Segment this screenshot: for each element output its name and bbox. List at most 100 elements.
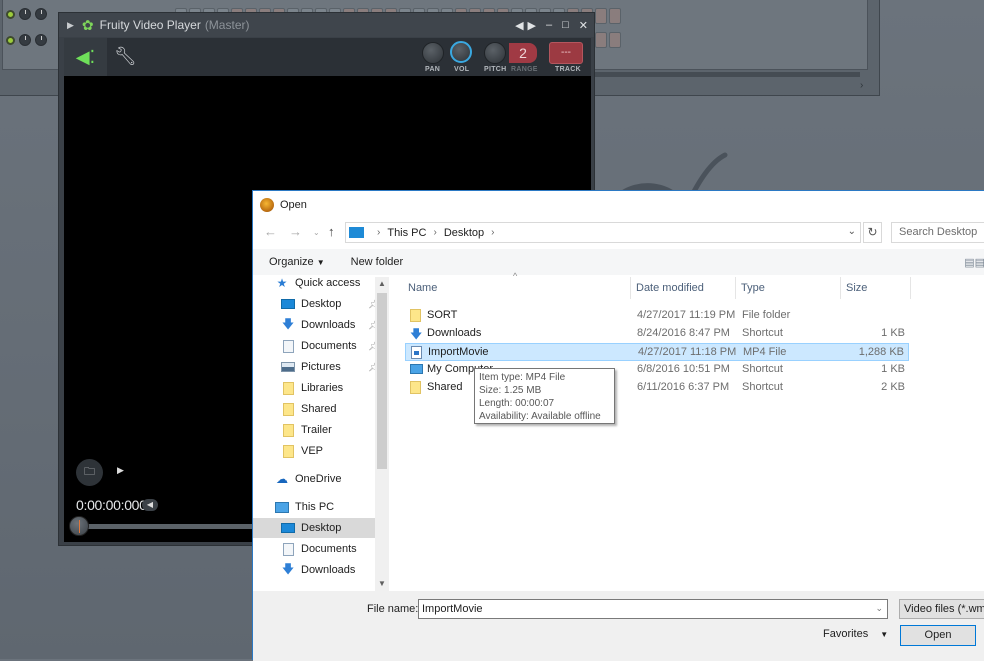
- nav-this-pc[interactable]: This PC: [275, 497, 334, 517]
- folder-icon: [282, 444, 294, 458]
- next-preset-icon[interactable]: ▶: [528, 19, 536, 32]
- recent-locations-icon[interactable]: ⌄: [313, 228, 320, 237]
- breadcrumb-separator-icon[interactable]: ›: [433, 227, 436, 238]
- channel-vol-knob[interactable]: [35, 8, 47, 20]
- column-header-name[interactable]: Name: [403, 277, 631, 299]
- document-icon: [282, 339, 294, 353]
- column-header-size[interactable]: Size: [841, 277, 911, 299]
- collapse-arrow-icon[interactable]: ▶: [67, 20, 74, 31]
- minimize-icon[interactable]: –: [546, 19, 552, 31]
- column-header-date[interactable]: Date modified: [631, 277, 736, 299]
- organize-menu[interactable]: Organize ▼: [269, 256, 325, 268]
- channel-row-1: [6, 8, 47, 20]
- dialog-titlebar[interactable]: Open: [253, 191, 984, 218]
- open-file-button[interactable]: 🗀︎: [76, 459, 103, 486]
- scrollbar-thumb[interactable]: [377, 293, 387, 469]
- nav-trailer[interactable]: Trailer: [281, 420, 332, 440]
- breadcrumb-separator-icon[interactable]: ›: [491, 227, 494, 238]
- nav-label: OneDrive: [295, 473, 342, 485]
- play-icon[interactable]: ▶: [117, 465, 124, 476]
- address-bar[interactable]: › This PC › Desktop › ⌄: [345, 222, 861, 243]
- forward-arrow-icon[interactable]: →: [289, 224, 302, 239]
- nav-this-pc-desktop[interactable]: Desktop: [253, 518, 375, 538]
- rack-scroll-right-icon[interactable]: ›: [860, 80, 863, 91]
- cloud-icon: ☁: [276, 472, 288, 486]
- settings-button[interactable]: 🔧︎: [114, 46, 137, 67]
- nav-this-pc-downloads[interactable]: 🡇 Downloads: [281, 560, 356, 580]
- seek-handle[interactable]: [69, 516, 89, 536]
- favorites-menu[interactable]: Favorites ▼: [823, 628, 888, 640]
- breadcrumb-desktop[interactable]: Desktop: [444, 227, 484, 239]
- nav-label: This PC: [295, 501, 335, 513]
- file-type: Shortcut: [742, 381, 783, 393]
- new-folder-button[interactable]: New folder: [351, 256, 404, 268]
- channel-led[interactable]: [6, 35, 15, 45]
- step-button[interactable]: [609, 8, 621, 24]
- nav-vep[interactable]: VEP: [281, 441, 323, 461]
- step-button[interactable]: [595, 8, 607, 24]
- nav-libraries[interactable]: Libraries: [281, 378, 343, 398]
- file-row-selected[interactable]: ImportMovie 4/27/2017 11:18 PM MP4 File …: [405, 343, 909, 361]
- chevron-down-icon[interactable]: ⌄: [875, 603, 883, 614]
- shortcut-folder-icon: [410, 381, 421, 394]
- pitch-range-selector[interactable]: 2: [509, 43, 537, 63]
- scroll-down-icon[interactable]: ▼: [378, 579, 386, 588]
- channel-led[interactable]: [6, 9, 15, 19]
- nav-label: Documents: [301, 340, 357, 352]
- file-type: MP4 File: [743, 346, 787, 358]
- file-date: 4/27/2017 11:18 PM: [638, 346, 737, 358]
- nav-this-pc-documents[interactable]: Documents: [281, 539, 357, 559]
- column-header-type[interactable]: Type: [736, 277, 841, 299]
- back-arrow-icon[interactable]: ←: [264, 224, 277, 239]
- channel-pan-knob[interactable]: [19, 8, 31, 20]
- fvp-titlebar[interactable]: ▶ ✿ Fruity Video Player (Master) ◀ ▶ – □…: [59, 13, 594, 37]
- refresh-button[interactable]: ↻: [863, 222, 882, 243]
- file-type: Shortcut: [742, 363, 783, 375]
- file-type-filter[interactable]: Video files (*.wmv: [899, 599, 984, 619]
- channel-vol-knob[interactable]: [35, 34, 47, 46]
- gear-icon[interactable]: ✿: [82, 17, 94, 34]
- scroll-up-icon[interactable]: ▲: [378, 279, 386, 288]
- file-name-input[interactable]: ImportMovie ⌄: [418, 599, 888, 619]
- plugin-button[interactable]: ◀⁚: [64, 38, 107, 76]
- nav-desktop[interactable]: Desktop 📌︎: [281, 294, 379, 314]
- volume-knob[interactable]: [450, 41, 472, 63]
- pitch-knob[interactable]: [484, 42, 506, 64]
- file-size: 1,288 KB: [858, 346, 904, 358]
- maximize-icon[interactable]: □: [562, 19, 569, 31]
- close-icon[interactable]: ✕: [579, 19, 588, 32]
- file-date: 4/27/2017 11:19 PM: [637, 309, 736, 321]
- address-dropdown-icon[interactable]: ⌄: [848, 226, 856, 237]
- file-size: 2 KB: [881, 381, 905, 393]
- nav-downloads[interactable]: 🡇 Downloads 📌︎: [281, 315, 380, 335]
- nav-shared[interactable]: Shared: [281, 399, 336, 419]
- nav-quick-access[interactable]: ★ Quick access: [275, 273, 361, 293]
- command-bar: Organize ▼ New folder ▤▤: [253, 249, 984, 275]
- organize-label: Organize: [269, 256, 314, 268]
- rack-scrollbar[interactable]: [590, 72, 860, 77]
- file-size: 1 KB: [881, 327, 905, 339]
- file-row[interactable]: SORT 4/27/2017 11:19 PM File folder: [405, 307, 909, 325]
- step-button[interactable]: [609, 32, 621, 48]
- file-row[interactable]: 🡇 Downloads 8/24/2016 8:47 PM Shortcut 1…: [405, 325, 909, 343]
- pan-knob[interactable]: [422, 42, 444, 64]
- search-input[interactable]: Search Desktop: [891, 222, 984, 243]
- nav-pictures[interactable]: Pictures 📌︎: [281, 357, 379, 377]
- breadcrumb-this-pc[interactable]: This PC: [387, 227, 426, 239]
- prev-preset-icon[interactable]: ◀: [515, 19, 523, 32]
- tooltip-size: Size: 1.25 MB: [479, 385, 542, 396]
- channel-pan-knob[interactable]: [19, 34, 31, 46]
- open-button[interactable]: Open: [900, 625, 976, 646]
- breadcrumb-separator-icon[interactable]: ›: [377, 227, 380, 238]
- view-options-icon[interactable]: ▤▤: [964, 256, 984, 269]
- mute-button[interactable]: ◀: [142, 499, 158, 511]
- up-arrow-icon[interactable]: ↑: [328, 224, 335, 239]
- folder-icon: [282, 423, 294, 437]
- step-button[interactable]: [595, 32, 607, 48]
- desktop-icon: [281, 523, 295, 533]
- nav-onedrive[interactable]: ☁ OneDrive: [275, 469, 341, 489]
- nav-pane-scrollbar[interactable]: ▲ ▼: [375, 277, 389, 591]
- video-file-icon: [411, 346, 422, 359]
- nav-documents[interactable]: Documents 📌︎: [281, 336, 379, 356]
- track-selector[interactable]: ---: [549, 42, 583, 64]
